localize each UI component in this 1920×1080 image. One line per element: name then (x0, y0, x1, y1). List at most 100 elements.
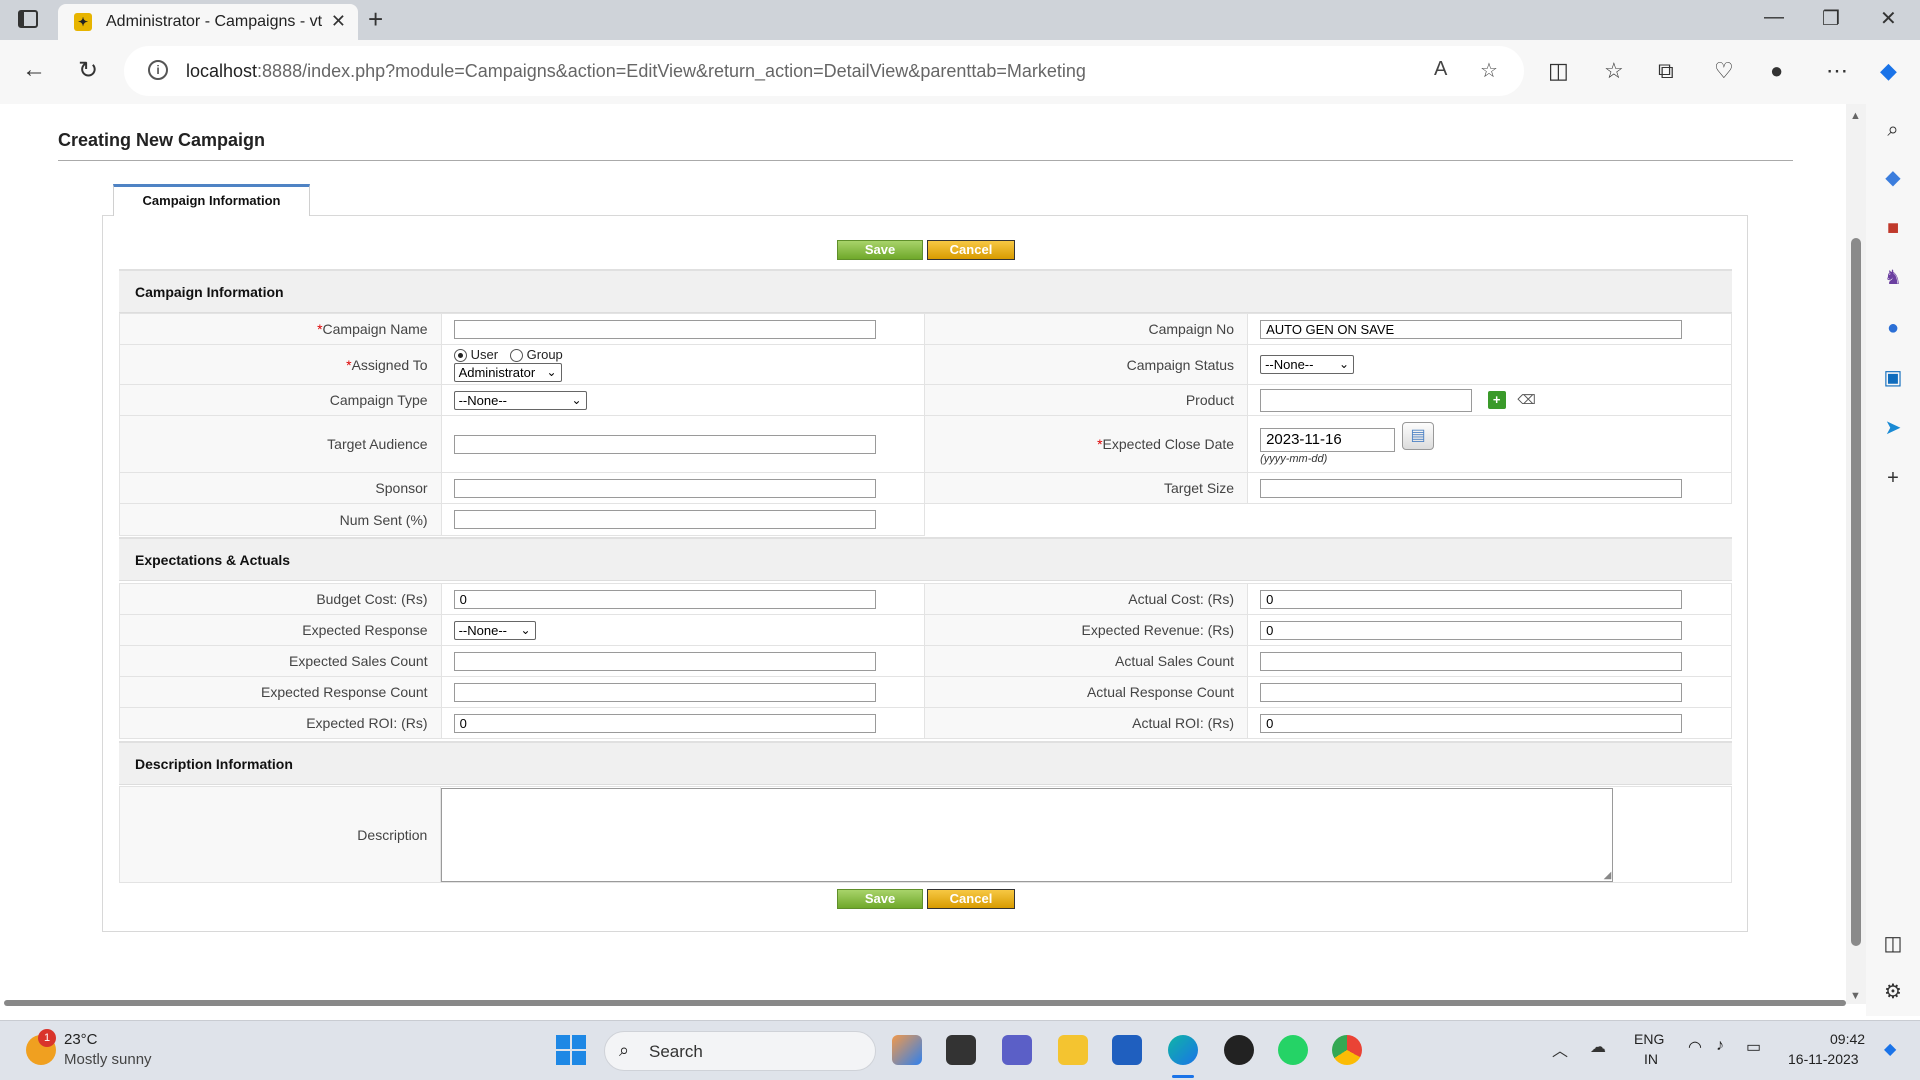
volume-icon[interactable]: ♪ (1716, 1037, 1724, 1055)
sidebar-search-icon[interactable]: ⌕ (1881, 118, 1905, 142)
target-audience-input[interactable] (453, 434, 876, 454)
clear-product-icon[interactable]: ⌫ (1517, 391, 1535, 409)
campaign-no-input[interactable]: AUTO GEN ON SAVE (1260, 319, 1683, 339)
lang-line1[interactable]: ENG (1634, 1031, 1664, 1047)
clock-time[interactable]: 09:42 (1830, 1031, 1865, 1047)
tab-campaign-information[interactable]: Campaign Information (113, 184, 310, 216)
cancel-button-top[interactable]: Cancel (927, 240, 1015, 260)
num-sent-input[interactable] (453, 510, 876, 529)
expected-sales-count-input[interactable] (453, 651, 876, 671)
actual-response-count-input[interactable] (1260, 682, 1683, 702)
restore-icon[interactable]: ❐ (1822, 6, 1840, 31)
target-size-input[interactable] (1260, 478, 1683, 498)
whatsapp-icon[interactable] (1278, 1035, 1308, 1065)
scroll-up-icon[interactable]: ▲ (1850, 110, 1861, 122)
browser-tab-active[interactable]: ✦ Administrator - Campaigns - vtig ✕ (58, 4, 358, 40)
expected-close-date-input[interactable]: 2023-11-16 (1260, 428, 1396, 452)
actual-roi-input[interactable]: 0 (1260, 713, 1683, 733)
onedrive-icon[interactable]: ☁ (1590, 1037, 1606, 1057)
battery-icon[interactable]: ▭ (1746, 1037, 1761, 1057)
sidebar-outlook-icon[interactable]: ▣ (1881, 366, 1905, 390)
url-field[interactable]: i localhost:8888/index.php?module=Campai… (124, 46, 1524, 96)
site-info-icon[interactable]: i (148, 60, 168, 80)
save-button-top[interactable]: Save (837, 240, 923, 260)
favorite-star-icon[interactable]: ☆ (1480, 58, 1498, 83)
actual-cost-input[interactable]: 0 (1260, 589, 1683, 609)
store-icon[interactable] (1112, 1035, 1142, 1065)
collections-icon[interactable]: ⧉ (1658, 58, 1674, 84)
expected-revenue-input[interactable]: 0 (1260, 620, 1683, 640)
campaign-no-label: Campaign No (924, 313, 1249, 345)
sidebar-games-icon[interactable]: ♞ (1881, 266, 1905, 290)
copilot-taskbar-icon[interactable] (892, 1035, 922, 1065)
new-tab-icon[interactable]: + (368, 4, 383, 35)
tab-actions-icon[interactable] (18, 10, 38, 28)
more-options-icon[interactable]: ⋯ (1826, 58, 1848, 84)
start-windows-icon[interactable] (556, 1035, 586, 1065)
horizontal-scrollbar[interactable] (4, 1000, 1846, 1006)
sidebar-add-icon[interactable]: + (1881, 466, 1905, 490)
taskbar-search[interactable]: ⌕ Search (604, 1031, 876, 1071)
section-header-description: Description Information (119, 741, 1732, 785)
expected-response-select[interactable]: --None-- ⌄ (453, 620, 536, 640)
teams-icon[interactable] (1002, 1035, 1032, 1065)
save-button-bottom[interactable]: Save (837, 889, 923, 909)
read-aloud-icon[interactable]: A (1434, 58, 1447, 81)
campaign-name-input[interactable] (453, 319, 876, 339)
file-explorer-icon[interactable] (1058, 1035, 1088, 1065)
actual-sales-count-input[interactable] (1260, 651, 1683, 671)
sidebar-microsoft365-icon[interactable]: ● (1881, 316, 1905, 340)
window-close-icon[interactable]: ✕ (1880, 6, 1897, 31)
sidebar-settings-icon[interactable]: ⚙ (1881, 980, 1905, 1004)
close-tab-icon[interactable]: ✕ (331, 11, 346, 32)
url-text[interactable]: localhost:8888/index.php?module=Campaign… (186, 61, 1086, 82)
product-input[interactable] (1260, 388, 1473, 412)
chrome-icon[interactable] (1332, 1035, 1362, 1065)
scroll-down-icon[interactable]: ▼ (1850, 990, 1861, 1002)
edge-icon[interactable] (1168, 1035, 1198, 1065)
tab-title: Administrator - Campaigns - vtig (106, 13, 322, 30)
assigned-user-radio[interactable] (453, 349, 467, 363)
vertical-scrollbar[interactable]: ▲ ▼ (1846, 104, 1866, 1004)
calendar-icon[interactable]: ▤ (1402, 422, 1435, 450)
profile-icon[interactable]: ● (1770, 58, 1783, 84)
weather-temp[interactable]: 23°C (64, 1031, 98, 1048)
active-app-indicator (1172, 1075, 1194, 1078)
expected-response-count-input[interactable] (453, 682, 876, 702)
split-screen-icon[interactable]: ◫ (1548, 58, 1569, 84)
campaign-type-select[interactable]: --None-- ⌄ (453, 390, 587, 410)
budget-cost-input[interactable]: 0 (453, 589, 876, 609)
sidebar-tools-icon[interactable]: ■ (1881, 216, 1905, 240)
scrollbar-thumb[interactable] (1851, 238, 1861, 946)
dell-icon[interactable] (1224, 1035, 1254, 1065)
favorites-icon[interactable]: ☆ (1604, 58, 1624, 84)
refresh-icon[interactable]: ↻ (78, 56, 98, 85)
radio-group-label: Group (526, 347, 563, 362)
clock-date[interactable]: 16-11-2023 (1788, 1051, 1859, 1067)
back-icon[interactable]: ← (22, 56, 46, 84)
minimize-icon[interactable]: — (1764, 6, 1784, 29)
expected-roi-input[interactable]: 0 (453, 713, 876, 733)
date-format-hint: (yyyy-mm-dd) (1260, 453, 1328, 465)
copilot-icon[interactable]: ◆ (1880, 58, 1897, 84)
assigned-user-select[interactable]: Administrator ⌄ (453, 363, 562, 382)
sidebar-shopping-icon[interactable]: ◆ (1881, 166, 1905, 190)
campaign-status-select[interactable]: --None-- ⌄ (1260, 355, 1355, 374)
wifi-icon[interactable]: ◠ (1688, 1037, 1702, 1057)
media-player-icon[interactable] (946, 1035, 976, 1065)
assigned-group-radio[interactable] (509, 349, 523, 363)
show-hidden-icons-icon[interactable]: ︿ (1552, 1037, 1568, 1061)
browser-essentials-icon[interactable]: ♡ (1714, 58, 1734, 84)
add-product-icon[interactable]: + (1487, 391, 1506, 409)
description-textarea[interactable]: ◢ (441, 787, 1614, 882)
sidebar-hide-icon[interactable]: ◫ (1881, 932, 1905, 956)
sidebar-drop-icon[interactable]: ➤ (1881, 416, 1905, 440)
resize-handle-icon[interactable]: ◢ (1604, 870, 1612, 881)
cancel-button-bottom[interactable]: Cancel (927, 889, 1015, 909)
notification-bell-icon[interactable]: ◆ (1884, 1039, 1896, 1059)
label-text: Campaign Name (322, 321, 428, 337)
weather-desc[interactable]: Mostly sunny (64, 1051, 152, 1068)
browser-tab-bar: ✦ Administrator - Campaigns - vtig ✕ + —… (0, 0, 1920, 40)
sponsor-input[interactable] (453, 478, 876, 498)
lang-line2[interactable]: IN (1644, 1051, 1658, 1067)
